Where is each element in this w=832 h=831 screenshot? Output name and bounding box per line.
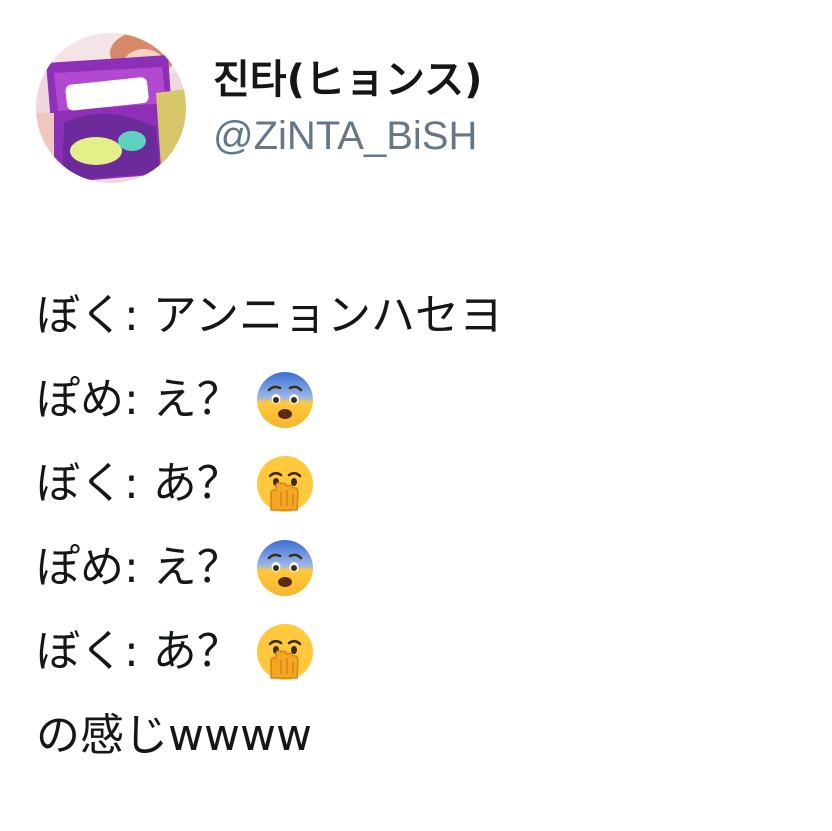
author-names: 진타(ヒョンス) @ZiNTA_BiSH <box>213 56 482 160</box>
tweet-line: ぼく: アンニョンハセヨ <box>36 274 796 358</box>
avatar[interactable] <box>36 33 186 183</box>
tweet-header: 진타(ヒョンス) @ZiNTA_BiSH <box>36 30 796 186</box>
display-name[interactable]: 진타(ヒョンス) <box>213 56 482 104</box>
tweet-line-text: の感じwwww <box>36 710 312 761</box>
tweet-line-text: ぼく: アンニョンハセヨ <box>36 290 504 341</box>
face-with-hand-over-mouth-icon <box>255 454 315 514</box>
tweet-line: ぼく: あ？ <box>36 610 796 694</box>
tweet-line: ぼく: あ？ <box>36 442 796 526</box>
user-handle[interactable]: @ZiNTA_BiSH <box>213 112 482 160</box>
tweet-text: ぼく: アンニョンハセヨ ぽめ: え？ ぼく: あ？ ぽめ: え？ ぼく: あ？… <box>36 274 796 778</box>
tweet-card: 진타(ヒョンス) @ZiNTA_BiSH ぼく: アンニョンハセヨ ぽめ: え？ <box>0 0 832 831</box>
tweet-line-text: ぼく: あ？ <box>36 626 241 677</box>
tweet-line-text: ぼく: あ？ <box>36 458 241 509</box>
tweet-line: ぽめ: え？ <box>36 526 796 610</box>
tweet-line-text: ぽめ: え？ <box>36 374 241 425</box>
avatar-image <box>36 33 186 183</box>
tweet-line-text: ぽめ: え？ <box>36 542 241 593</box>
fearful-face-icon <box>255 370 315 430</box>
tweet-line: の感じwwww <box>36 694 796 778</box>
tweet-line: ぽめ: え？ <box>36 358 796 442</box>
face-with-hand-over-mouth-icon <box>255 622 315 682</box>
fearful-face-icon <box>255 538 315 598</box>
